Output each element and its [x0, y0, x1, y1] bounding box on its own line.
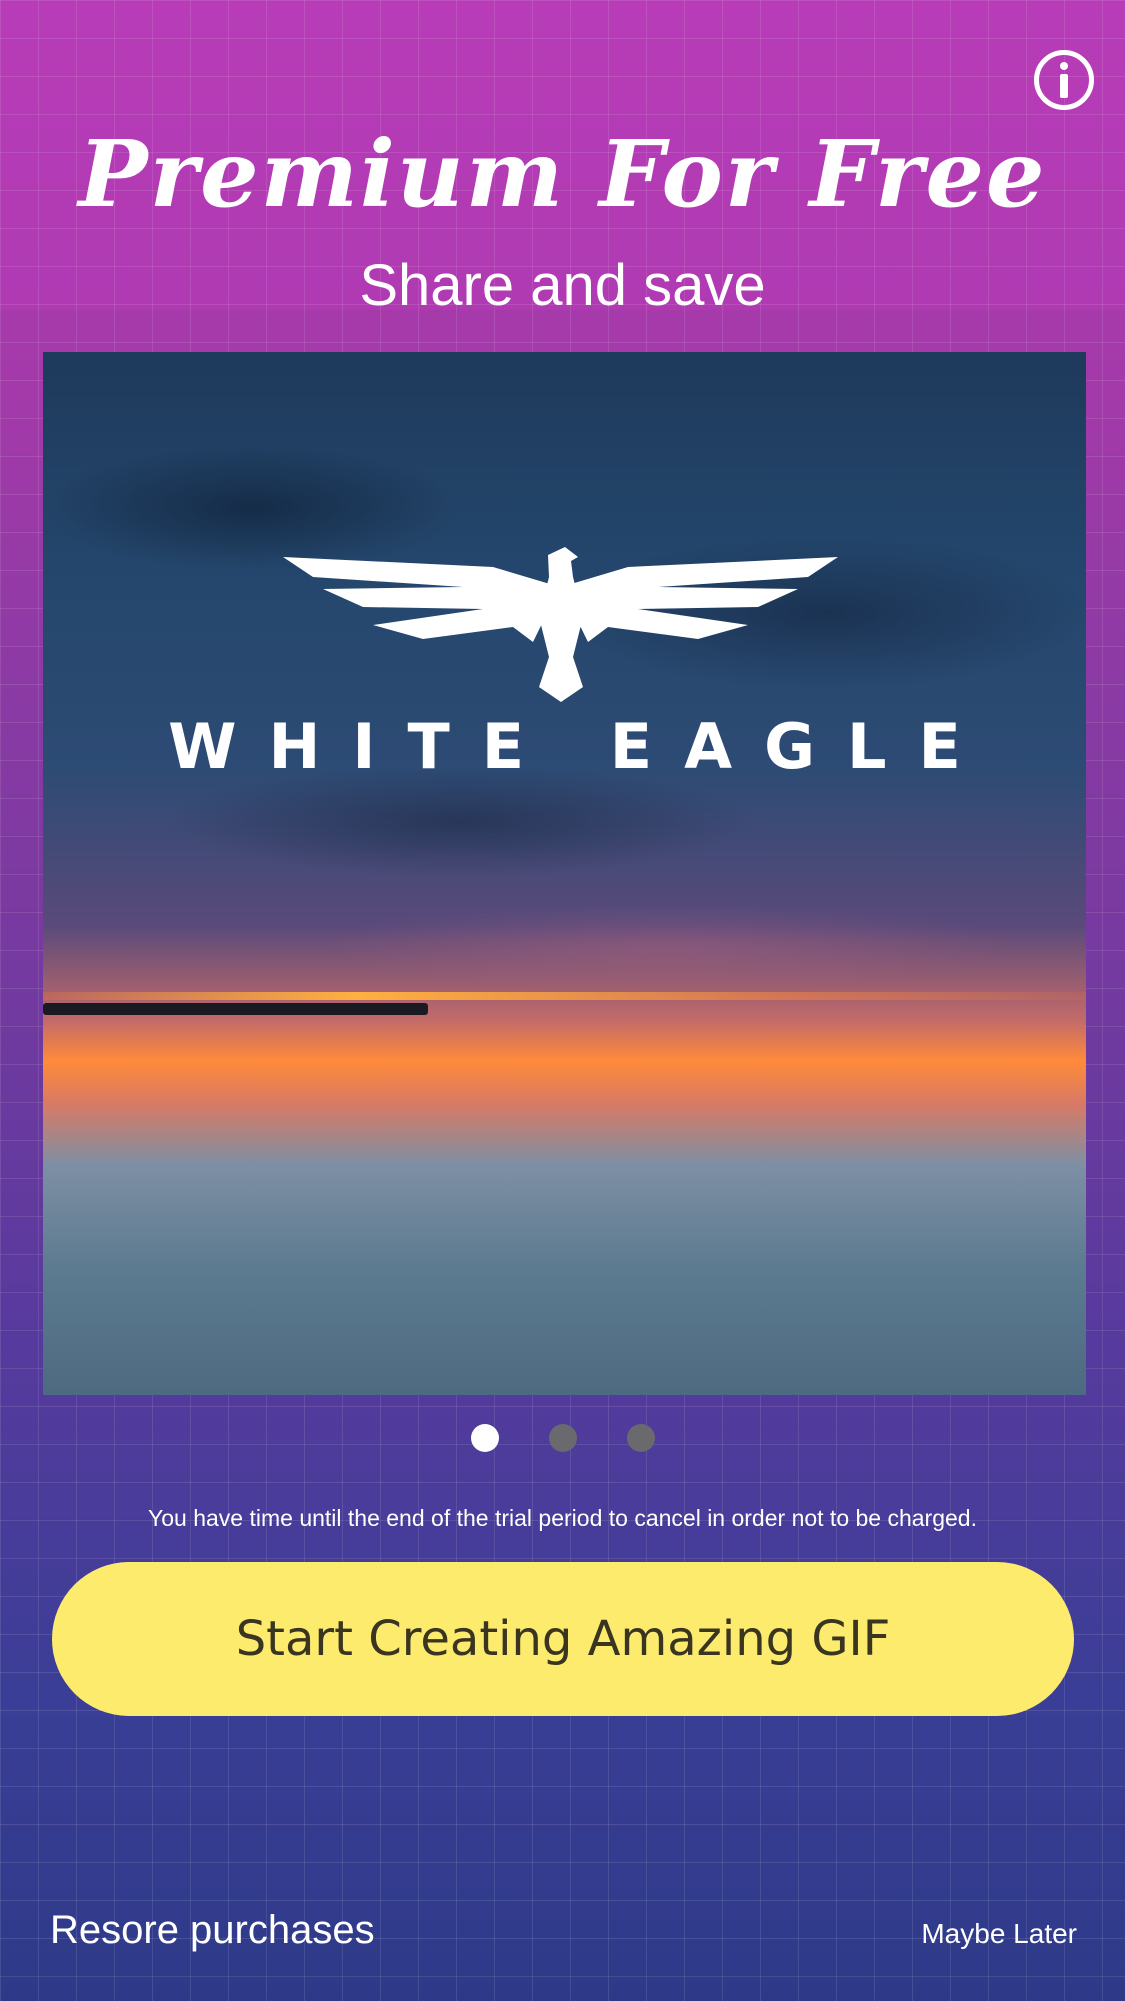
carousel-dot-2[interactable]: [548, 1424, 577, 1452]
info-icon: [1060, 62, 1068, 98]
hero-image[interactable]: WHITE EAGLE: [43, 352, 1086, 1395]
carousel-dot-3[interactable]: [626, 1424, 655, 1452]
page-subtitle: Share and save: [359, 253, 766, 318]
trial-disclaimer: You have time until the end of the trial…: [148, 1505, 977, 1531]
sunset-horizon: [43, 992, 1086, 1000]
eagle-icon: [283, 547, 838, 702]
start-creating-button[interactable]: Start Creating Amazing GIF: [52, 1562, 1074, 1716]
brand-text: WHITE EAGLE: [168, 710, 993, 783]
carousel-dots: [0, 1424, 1125, 1452]
pier: [43, 1003, 428, 1015]
info-button[interactable]: [1034, 50, 1094, 110]
restore-purchases-link[interactable]: Resore purchases: [50, 1908, 375, 1953]
maybe-later-link[interactable]: Maybe Later: [921, 1918, 1077, 1950]
carousel-dot-1[interactable]: [470, 1424, 499, 1452]
sky-clouds: [43, 352, 1086, 1395]
page-title: Premium For Free: [78, 120, 1047, 228]
